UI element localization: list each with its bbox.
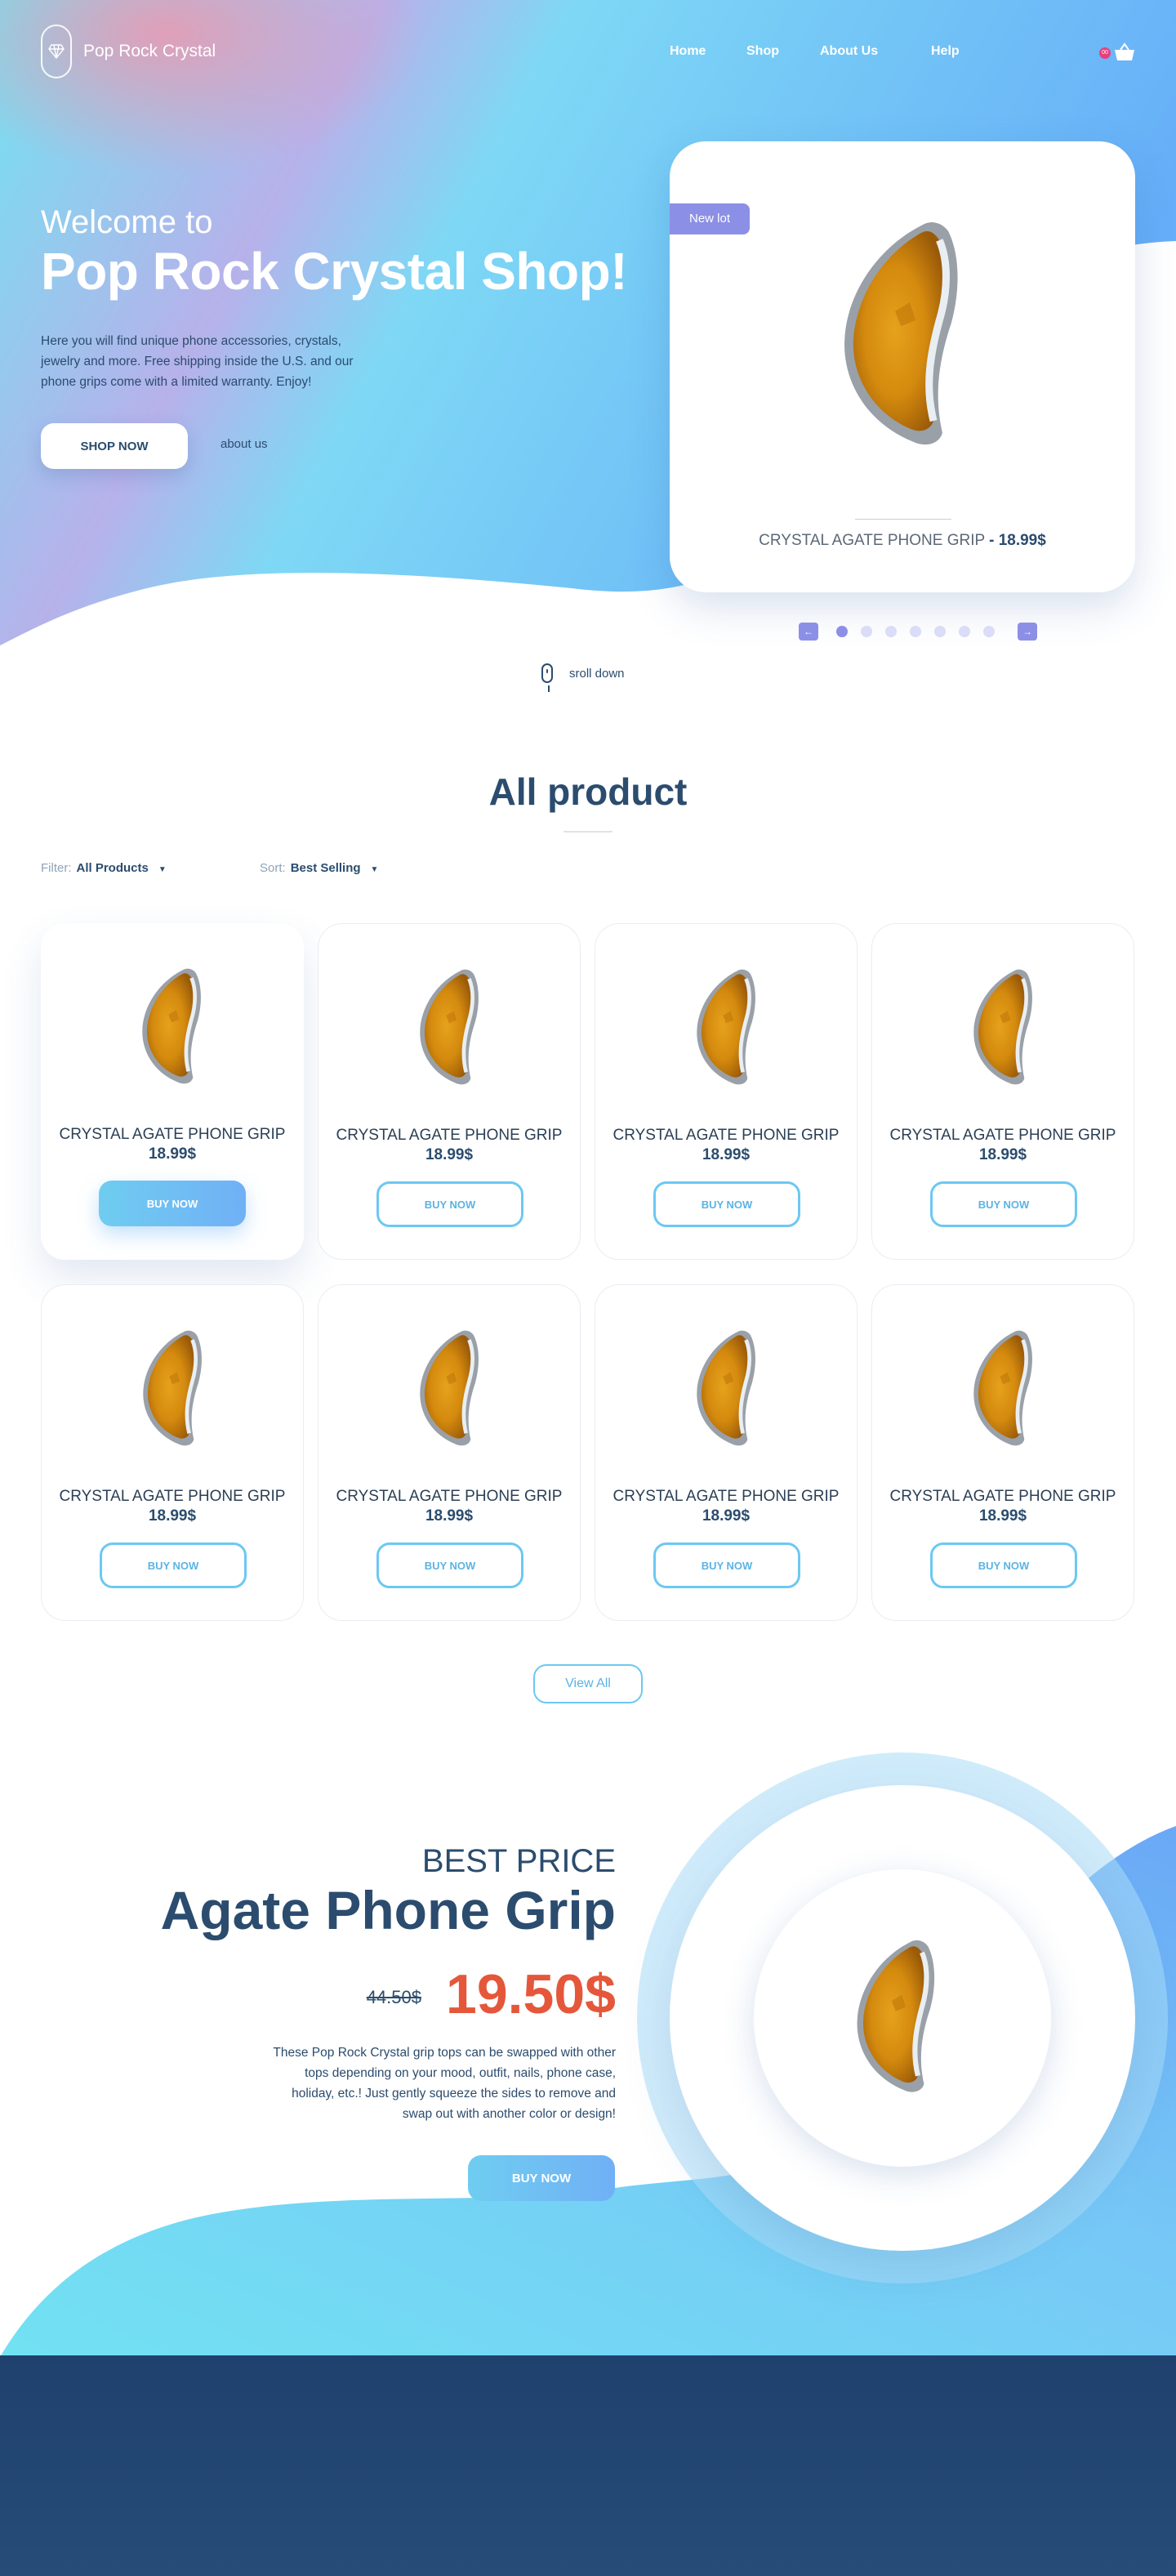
carousel-dot[interactable] [934,626,946,637]
buy-now-button[interactable]: BUY NOW [468,2155,615,2201]
nav-help[interactable]: Help [931,44,960,59]
about-us-link[interactable]: about us [220,437,268,451]
welcome-text: Welcome to [41,204,213,240]
footer [0,2355,1176,2576]
filter-dropdown[interactable]: Filter: All Products ▼ [41,861,167,875]
sort-label: Sort: [260,861,286,875]
agate-stone-image [833,217,972,453]
product-grid: CRYSTAL AGATE PHONE GRIP 18.99$ BUY NOW … [41,923,1135,1621]
sort-dropdown[interactable]: Sort: Best Selling ▼ [260,861,378,875]
scroll-down-label: sroll down [569,666,625,681]
carousel-controls: ← → [799,623,1037,641]
cart-button[interactable]: 00 [1099,42,1135,64]
product-card[interactable]: CRYSTAL AGATE PHONE GRIP 18.99$ BUY NOW [595,1284,858,1621]
featured-name: CRYSTAL AGATE PHONE GRIP [759,532,985,549]
brand-name: Pop Rock Crystal [83,42,216,60]
product-price: 18.99$ [702,1507,751,1525]
best-price-label: BEST PRICE [421,1843,616,1879]
carousel-dot[interactable] [885,626,897,637]
featured-caption: CRYSTAL AGATE PHONE GRIP - 18.99$ [670,532,1135,550]
product-card[interactable]: CRYSTAL AGATE PHONE GRIP 18.99$ BUY NOW [41,923,304,1260]
carousel-dot[interactable] [836,626,848,637]
cart-count-badge: 00 [1099,47,1111,59]
product-price: 18.99$ [702,1146,751,1163]
product-card[interactable]: CRYSTAL AGATE PHONE GRIP 18.99$ BUY NOW [871,923,1134,1260]
agate-stone-image [969,1328,1039,1450]
product-price: 18.99$ [978,1146,1027,1163]
agate-stone-image [692,1328,762,1450]
nav-shop[interactable]: Shop [746,44,820,59]
divider [855,519,951,520]
product-name: CRYSTAL AGATE PHONE GRIP [336,1488,563,1505]
divider [564,831,612,833]
buy-now-button[interactable]: BUY NOW [376,1542,523,1588]
carousel-dot[interactable] [861,626,872,637]
page-title: Pop Rock Crystal Shop! [41,242,628,301]
buy-now-button[interactable]: BUY NOW [930,1181,1077,1227]
basket-icon [1115,42,1134,60]
product-card[interactable]: CRYSTAL AGATE PHONE GRIP 18.99$ BUY NOW [41,1284,304,1621]
agate-stone-image [969,967,1039,1089]
arrow-left-icon[interactable]: ← [799,623,818,641]
scroll-down-hint[interactable]: sroll down [541,663,625,692]
agate-stone-image [415,967,485,1089]
product-price: 18.99$ [978,1507,1027,1525]
mouse-icon [541,663,553,692]
diamond-icon [41,25,72,78]
agate-stone-image [849,1936,944,2098]
brand-logo[interactable]: Pop Rock Crystal [41,25,216,78]
sale-price: 19.50$ [446,1963,616,2025]
caret-down-icon: ▼ [158,865,167,874]
buy-now-button[interactable]: BUY NOW [653,1542,800,1588]
nav-about-us[interactable]: About Us [820,44,931,59]
buy-now-button[interactable]: BUY NOW [99,1181,246,1226]
agate-stone-image [138,1328,208,1450]
view-all-button[interactable]: View All [533,1664,643,1703]
carousel-dot[interactable] [910,626,921,637]
carousel-dots [836,626,995,637]
new-lot-badge: New lot [670,203,750,234]
agate-stone-image [415,1328,485,1450]
promo-title: Agate Phone Grip [160,1880,616,1940]
arrow-right-icon[interactable]: → [1018,623,1037,641]
agate-stone-image [137,966,207,1088]
shop-now-button[interactable]: SHOP NOW [41,423,188,469]
product-name: CRYSTAL AGATE PHONE GRIP [612,1488,840,1505]
buy-now-button[interactable]: BUY NOW [930,1542,1077,1588]
carousel-dot[interactable] [983,626,995,637]
product-card[interactable]: CRYSTAL AGATE PHONE GRIP 18.99$ BUY NOW [595,923,858,1260]
product-name: CRYSTAL AGATE PHONE GRIP [889,1488,1116,1505]
buy-now-button[interactable]: BUY NOW [100,1542,247,1588]
products-section-title: All product [488,770,688,813]
promo-description: These Pop Rock Crystal grip tops can be … [273,2046,616,2121]
product-price: 18.99$ [425,1507,474,1525]
buy-now-button[interactable]: BUY NOW [376,1181,523,1227]
filter-label: Filter: [41,861,72,875]
product-price: 18.99$ [425,1146,474,1163]
product-card[interactable]: CRYSTAL AGATE PHONE GRIP 18.99$ BUY NOW [318,1284,581,1621]
product-name: CRYSTAL AGATE PHONE GRIP [59,1488,286,1505]
product-name: CRYSTAL AGATE PHONE GRIP [612,1127,840,1144]
nav-home[interactable]: Home [670,44,746,59]
product-price: 18.99$ [148,1145,197,1163]
main-menu: Home Shop About Us Help [670,44,960,59]
buy-now-button[interactable]: BUY NOW [653,1181,800,1227]
filter-value: All Products [76,861,149,875]
product-price: 18.99$ [148,1507,197,1525]
top-nav: Pop Rock Crystal Home Shop About Us Help… [41,23,1135,80]
product-name: CRYSTAL AGATE PHONE GRIP [59,1126,286,1143]
featured-price: - 18.99$ [989,532,1046,549]
sort-value: Best Selling [290,861,361,875]
product-card[interactable]: CRYSTAL AGATE PHONE GRIP 18.99$ BUY NOW [871,1284,1134,1621]
carousel-dot[interactable] [959,626,970,637]
product-name: CRYSTAL AGATE PHONE GRIP [336,1127,563,1144]
product-card[interactable]: CRYSTAL AGATE PHONE GRIP 18.99$ BUY NOW [318,923,581,1260]
agate-stone-image [692,967,762,1089]
hero-intro: Here you will find unique phone accessor… [41,334,354,389]
old-price: 44.50$ [366,1987,421,2007]
caret-down-icon: ▼ [370,865,379,874]
hero-section: Pop Rock Crystal Home Shop About Us Help… [0,0,1176,692]
featured-product-card[interactable]: New lot CRYSTAL AGATE PHONE GRIP - 18.99… [670,141,1135,592]
product-name: CRYSTAL AGATE PHONE GRIP [889,1127,1116,1144]
